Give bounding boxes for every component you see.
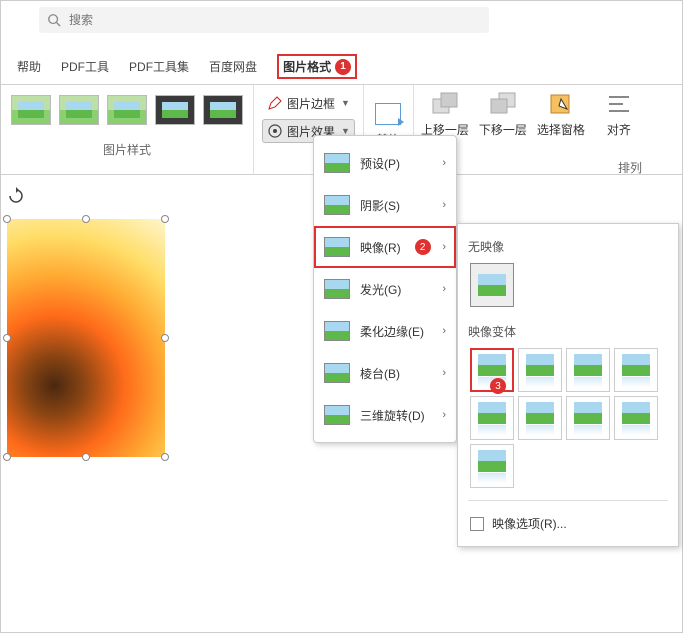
align-button[interactable]: 对齐 xyxy=(592,91,646,138)
menu-item-3d-rotation[interactable]: 三维旋转(D) › xyxy=(314,394,456,436)
resize-handle-nw[interactable] xyxy=(3,215,11,223)
resize-handle-ne[interactable] xyxy=(161,215,169,223)
send-backward-label: 下移一层 xyxy=(479,121,527,138)
reflection-variant-3[interactable] xyxy=(566,348,610,392)
search-input[interactable] xyxy=(69,13,481,27)
selection-pane-button[interactable]: 选择窗格 xyxy=(534,91,588,138)
menu-label: 阴影(S) xyxy=(360,197,400,214)
menu-label: 柔化边缘(E) xyxy=(360,323,424,340)
rotate-handle[interactable] xyxy=(7,187,25,205)
style-preset-5[interactable] xyxy=(203,95,243,125)
chevron-down-icon: ▼ xyxy=(341,98,350,108)
replace-icon xyxy=(375,103,401,125)
align-icon xyxy=(605,91,633,117)
resize-handle-w[interactable] xyxy=(3,334,11,342)
reflection-variant-9[interactable] xyxy=(470,444,514,488)
pencil-icon xyxy=(267,95,283,111)
picture-border-label: 图片边框 xyxy=(287,95,335,112)
tab-baidu-disk[interactable]: 百度网盘 xyxy=(199,49,267,85)
arrange-group-label: 排列 xyxy=(618,159,642,176)
resize-handle-n[interactable] xyxy=(82,215,90,223)
bring-forward-icon xyxy=(431,91,459,117)
tab-pdf-toolset[interactable]: PDF工具集 xyxy=(119,49,199,85)
menu-label: 棱台(B) xyxy=(360,365,400,382)
menu-item-shadow[interactable]: 阴影(S) › xyxy=(314,184,456,226)
search-bar[interactable] xyxy=(39,7,489,33)
selected-image[interactable] xyxy=(7,219,165,457)
picture-border-button[interactable]: 图片边框 ▼ xyxy=(262,91,355,115)
picture-styles-label: 图片样式 xyxy=(103,141,151,158)
reflection-options-label: 映像选项(R)... xyxy=(492,515,567,532)
reflection-variant-7[interactable] xyxy=(566,396,610,440)
reflection-variants-grid: 3 xyxy=(468,346,668,490)
annotation-badge-2: 2 xyxy=(415,239,431,255)
image-content xyxy=(7,219,165,457)
resize-handle-e[interactable] xyxy=(161,334,169,342)
chevron-right-icon: › xyxy=(442,409,446,421)
send-backward-icon xyxy=(489,91,517,117)
annotation-badge-3: 3 xyxy=(490,378,506,394)
preset-icon xyxy=(324,153,350,173)
menu-label: 预设(P) xyxy=(360,155,400,172)
rotation-3d-icon xyxy=(324,405,350,425)
align-label: 对齐 xyxy=(607,121,631,138)
reflection-options-button[interactable]: 映像选项(R)... xyxy=(468,511,668,536)
picture-styles-group: 图片样式 xyxy=(1,85,254,174)
tab-picture-format[interactable]: 图片格式 1 xyxy=(267,49,367,85)
style-preset-2[interactable] xyxy=(59,95,99,125)
menu-item-soft-edges[interactable]: 柔化边缘(E) › xyxy=(314,310,456,352)
reflection-variant-6[interactable] xyxy=(518,396,562,440)
tab-pdf-tools[interactable]: PDF工具 xyxy=(51,49,119,85)
chevron-right-icon: › xyxy=(442,241,446,253)
reflection-none[interactable] xyxy=(470,263,514,307)
reflection-icon xyxy=(324,237,350,257)
style-preset-1[interactable] xyxy=(11,95,51,125)
menu-label: 发光(G) xyxy=(360,281,401,298)
reflection-variant-8[interactable] xyxy=(614,396,658,440)
picture-effects-dropdown: 预设(P) › 阴影(S) › 映像(R) 2 › 发光(G) › 柔化边缘(E… xyxy=(313,135,457,443)
menu-item-bevel[interactable]: 棱台(B) › xyxy=(314,352,456,394)
soft-edges-icon xyxy=(324,321,350,341)
resize-handle-se[interactable] xyxy=(161,453,169,461)
reflection-variant-4[interactable] xyxy=(614,348,658,392)
menu-item-glow[interactable]: 发光(G) › xyxy=(314,268,456,310)
bevel-icon xyxy=(324,363,350,383)
selection-pane-icon xyxy=(547,91,575,117)
style-preset-4[interactable] xyxy=(155,95,195,125)
no-reflection-label: 无映像 xyxy=(468,238,668,255)
shadow-icon xyxy=(324,195,350,215)
send-backward-button[interactable]: 下移一层 xyxy=(476,91,530,138)
bring-forward-button[interactable]: 上移一层 xyxy=(418,91,472,138)
chevron-right-icon: › xyxy=(442,283,446,295)
menu-item-preset[interactable]: 预设(P) › xyxy=(314,142,456,184)
menu-label: 三维旋转(D) xyxy=(360,407,425,424)
separator xyxy=(468,500,668,501)
tab-help[interactable]: 帮助 xyxy=(7,49,51,85)
annotation-badge-1: 1 xyxy=(335,59,351,75)
resize-handle-s[interactable] xyxy=(82,453,90,461)
reflection-variant-1[interactable]: 3 xyxy=(470,348,514,392)
selection-pane-label: 选择窗格 xyxy=(537,121,585,138)
rotate-icon xyxy=(7,187,25,205)
reflection-flyout: 无映像 映像变体 3 映像选项(R)... xyxy=(457,223,679,547)
ribbon-tabs: 帮助 PDF工具 PDF工具集 百度网盘 图片格式 1 xyxy=(1,49,682,85)
reflection-variant-5[interactable] xyxy=(470,396,514,440)
reflection-variant-2[interactable] xyxy=(518,348,562,392)
tab-picture-format-label: 图片格式 xyxy=(283,58,331,75)
menu-label: 映像(R) xyxy=(360,239,401,256)
style-preset-3[interactable] xyxy=(107,95,147,125)
glow-icon xyxy=(324,279,350,299)
effects-icon xyxy=(267,123,283,139)
menu-item-reflection[interactable]: 映像(R) 2 › xyxy=(314,226,456,268)
options-icon xyxy=(470,517,484,531)
chevron-right-icon: › xyxy=(442,199,446,211)
variants-label: 映像变体 xyxy=(468,323,668,340)
chevron-right-icon: › xyxy=(442,367,446,379)
chevron-right-icon: › xyxy=(442,325,446,337)
resize-handle-sw[interactable] xyxy=(3,453,11,461)
chevron-right-icon: › xyxy=(442,157,446,169)
search-icon xyxy=(47,13,61,27)
